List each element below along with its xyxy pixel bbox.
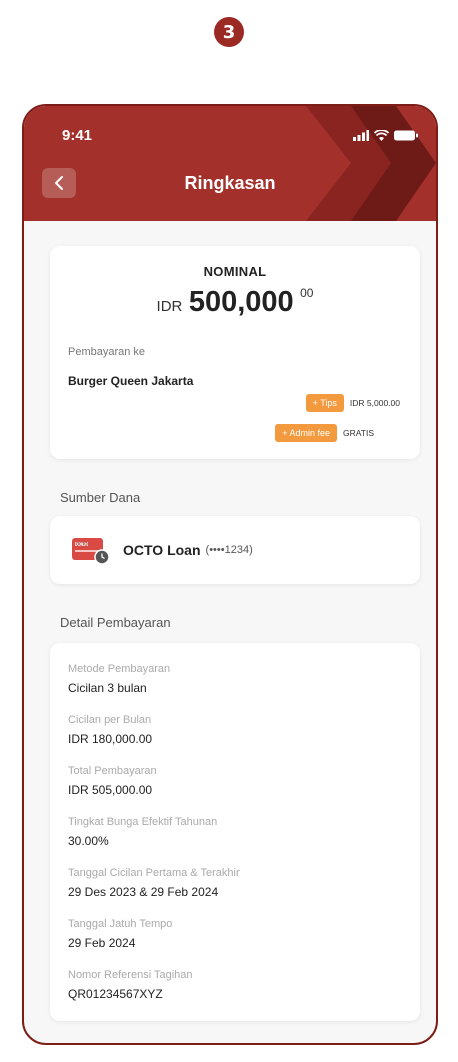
funding-source-card[interactable]: OCTO OCTO Loan (••••1234) [50, 516, 420, 584]
amount-decimals: 00 [300, 286, 314, 300]
detail-label: Nomor Referensi Tagihan [68, 969, 193, 981]
detail-value: IDR 505,000.00 [68, 783, 153, 797]
detail-item-reference-number: Nomor Referensi Tagihan QR01234567XYZ [68, 969, 193, 1001]
status-icons [353, 130, 418, 141]
svg-text:OCTO: OCTO [76, 542, 88, 547]
detail-value: 29 Feb 2024 [68, 936, 136, 950]
detail-label: Tanggal Jatuh Tempo [68, 918, 173, 930]
credit-card-icon: OCTO [72, 538, 110, 565]
pay-to-label: Pembayaran ke [68, 346, 146, 358]
admin-fee-tag: + Admin fee [275, 424, 337, 442]
detail-label: Tanggal Cicilan Pertama & Terakhir [68, 867, 240, 879]
page-title: Ringkasan [184, 173, 276, 193]
detail-label: Metode Pembayaran [68, 663, 171, 675]
detail-item-total-payment: Total Pembayaran IDR 505,000.00 [68, 765, 157, 797]
payment-detail-card: Metode Pembayaran Cicilan 3 bulan Cicila… [50, 643, 420, 1021]
detail-label: Tingkat Bunga Efektif Tahunan [68, 816, 218, 828]
detail-value: IDR 180,000.00 [68, 732, 153, 746]
header-chevron-decoration [306, 106, 436, 221]
admin-fee-value: GRATIS [342, 428, 374, 438]
detail-item-interest-rate: Tingkat Bunga Efektif Tahunan 30.00% [68, 816, 217, 848]
status-time: 9:41 [62, 127, 93, 144]
step-number-badge: 3 [214, 17, 244, 47]
phone-frame: 9:41 Ringkasan NOMINAL IDR 500,000 00 Pe… [22, 104, 438, 1045]
amount-value: 500,000 [188, 286, 294, 318]
detail-item-installment-dates: Tanggal Cicilan Pertama & Terakhir 29 De… [68, 867, 240, 899]
wifi-icon [374, 130, 389, 141]
signal-icon [353, 130, 369, 141]
detail-section-title: Detail Pembayaran [60, 615, 171, 630]
tips-value: IDR 5,000.00 [349, 398, 400, 408]
detail-value: 30.00% [68, 834, 109, 848]
payment-summary-card: NOMINAL IDR 500,000 00 Pembayaran ke Bur… [50, 246, 420, 459]
amount-display: IDR 500,000 00 [50, 286, 420, 319]
nominal-label: NOMINAL [203, 264, 267, 279]
funding-name: OCTO Loan [123, 542, 201, 558]
detail-label: Total Pembayaran [68, 765, 157, 777]
detail-label: Cicilan per Bulan [68, 714, 152, 726]
app-header: 9:41 Ringkasan [24, 106, 436, 221]
detail-value: 29 Des 2023 & 29 Feb 2024 [68, 885, 219, 899]
detail-value: QR01234567XYZ [68, 987, 163, 1001]
funding-masked-number: (••••1234) [205, 544, 253, 556]
tips-row: + Tips IDR 5,000.00 [305, 394, 400, 412]
funding-section-title: Sumber Dana [60, 490, 141, 505]
admin-fee-row: + Admin fee GRATIS [275, 424, 374, 442]
detail-item-due-date: Tanggal Jatuh Tempo 29 Feb 2024 [68, 918, 172, 950]
battery-icon [394, 130, 418, 141]
clock-icon [94, 549, 110, 565]
tips-tag: + Tips [305, 394, 344, 412]
detail-value: Cicilan 3 bulan [68, 681, 147, 695]
merchant-name: Burger Queen Jakarta [68, 374, 194, 388]
detail-item-monthly-installment: Cicilan per Bulan IDR 180,000.00 [68, 714, 152, 746]
amount-currency: IDR [156, 298, 183, 315]
detail-item-payment-method: Metode Pembayaran Cicilan 3 bulan [68, 663, 170, 695]
